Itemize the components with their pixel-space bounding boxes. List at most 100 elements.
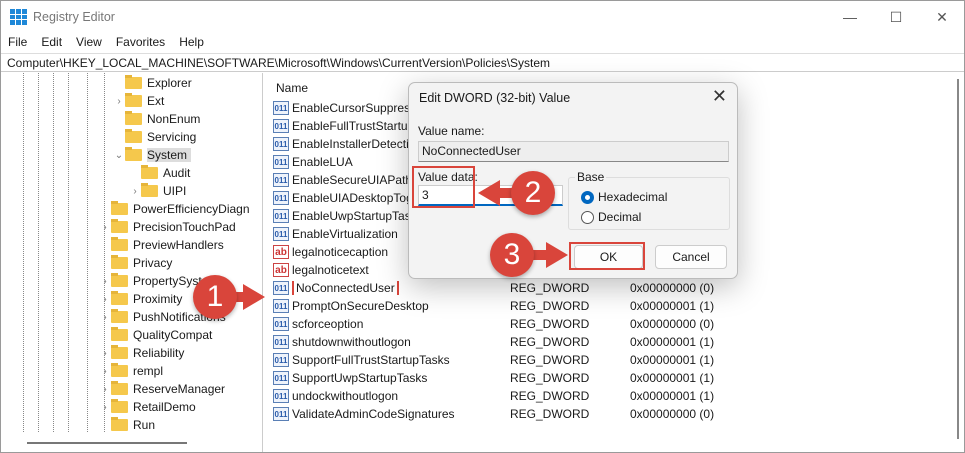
arrow-1-icon bbox=[243, 284, 265, 310]
value-name: legalnoticetext bbox=[292, 263, 369, 277]
folder-icon bbox=[125, 129, 142, 143]
folder-icon bbox=[111, 399, 128, 413]
expand-chevron-icon[interactable]: › bbox=[99, 348, 111, 359]
base-group: Base Hexadecimal Decimal bbox=[568, 170, 730, 230]
tree-item-reservemanager[interactable]: › ReserveManager bbox=[99, 380, 225, 398]
tree-item-explorer[interactable]: Explorer bbox=[113, 74, 192, 92]
folder-icon bbox=[111, 237, 128, 251]
tree-item-label: ReserveManager bbox=[133, 382, 226, 396]
value-type: REG_DWORD bbox=[510, 389, 590, 403]
value-type: REG_DWORD bbox=[510, 281, 590, 295]
value-name-field[interactable]: NoConnectedUser bbox=[418, 141, 729, 162]
dialog-title: Edit DWORD (32-bit) Value bbox=[419, 91, 571, 105]
tree-item-label: Run bbox=[133, 418, 156, 432]
tree-horizontal-scrollbar[interactable] bbox=[27, 442, 187, 444]
expand-chevron-icon[interactable]: › bbox=[99, 402, 111, 413]
cancel-button[interactable]: Cancel bbox=[655, 245, 727, 269]
dword-value-icon: 011 bbox=[273, 407, 289, 421]
menu-file[interactable]: File bbox=[1, 33, 34, 51]
value-row[interactable]: 011 SupportFullTrustStartupTasks REG_DWORD… bbox=[273, 351, 961, 369]
dword-value-icon: 011 bbox=[273, 353, 289, 367]
expand-chevron-icon[interactable]: › bbox=[129, 186, 141, 197]
hexadecimal-radio[interactable]: Hexadecimal bbox=[581, 190, 667, 204]
expand-chevron-icon[interactable]: › bbox=[113, 96, 125, 107]
tree-item-privacy[interactable]: Privacy bbox=[99, 254, 172, 272]
minimize-button[interactable]: — bbox=[827, 1, 873, 33]
dword-value-icon: 011 bbox=[273, 335, 289, 349]
tree-item-powerefficiencydiagn[interactable]: PowerEfficiencyDiagn bbox=[99, 200, 250, 218]
dword-value-icon: 011 bbox=[273, 155, 289, 169]
maximize-button[interactable]: ☐ bbox=[873, 1, 919, 33]
expand-chevron-icon[interactable]: › bbox=[99, 222, 111, 233]
value-type: REG_DWORD bbox=[510, 299, 590, 313]
ok-highlight bbox=[569, 242, 645, 270]
expand-chevron-icon[interactable]: › bbox=[99, 276, 111, 287]
dword-value-icon: 011 bbox=[273, 281, 289, 295]
tree-item-label: rempl bbox=[133, 364, 164, 378]
dword-value-icon: 011 bbox=[273, 209, 289, 223]
arrow-2-icon bbox=[478, 180, 500, 206]
tree-item-label: Proximity bbox=[133, 292, 183, 306]
value-name: scforceoption bbox=[292, 317, 364, 331]
expand-chevron-icon[interactable]: › bbox=[99, 294, 111, 305]
value-row[interactable]: 011 undockwithoutlogon REG_DWORD 0x00000001… bbox=[273, 387, 961, 405]
column-header-name[interactable]: Name bbox=[276, 81, 308, 95]
address-bar[interactable]: Computer\HKEY_LOCAL_MACHINE\SOFTWARE\Mic… bbox=[1, 53, 964, 72]
string-value-icon: ab bbox=[273, 263, 289, 277]
tree-item-nonenum[interactable]: NonEnum bbox=[113, 110, 200, 128]
tree-item-retaildemo[interactable]: › RetailDemo bbox=[99, 398, 196, 416]
value-row[interactable]: 011 shutdownwithoutlogon REG_DWORD 0x000000… bbox=[273, 333, 961, 351]
value-row[interactable]: 011 SupportUwpStartupTasks REG_DWORD 0x0000… bbox=[273, 369, 961, 387]
folder-icon bbox=[141, 165, 158, 179]
value-row[interactable]: 011 PromptOnSecureDesktop REG_DWORD 0x00000… bbox=[273, 297, 961, 315]
menu-edit[interactable]: Edit bbox=[34, 33, 69, 51]
value-type: REG_DWORD bbox=[510, 407, 590, 421]
tree-item-rempl[interactable]: › rempl bbox=[99, 362, 163, 380]
value-data: 0x00000001 (1) bbox=[630, 371, 715, 385]
dword-value-icon: 011 bbox=[273, 371, 289, 385]
tree-item-uipi[interactable]: › UIPI bbox=[129, 182, 186, 200]
tree-item-reliability[interactable]: › Reliability bbox=[99, 344, 184, 362]
tree-item-audit[interactable]: Audit bbox=[129, 164, 190, 182]
menu-help[interactable]: Help bbox=[172, 33, 211, 51]
folder-icon bbox=[125, 75, 142, 89]
expand-chevron-icon[interactable]: › bbox=[99, 312, 111, 323]
tree-item-previewhandlers[interactable]: PreviewHandlers bbox=[99, 236, 224, 254]
dialog-close-button[interactable]: ✕ bbox=[712, 86, 727, 107]
key-tree[interactable]: Explorer › Ext NonEnum Servicing ⌄ System Audit… bbox=[1, 73, 263, 452]
value-row[interactable]: 011 NoConnectedUser REG_DWORD 0x00000000 (0… bbox=[273, 279, 961, 297]
step-2-badge: 2 bbox=[511, 171, 555, 215]
folder-icon bbox=[111, 345, 128, 359]
value-row[interactable]: 011 ValidateAdminCodeSignatures REG_DWORD 0… bbox=[273, 405, 961, 423]
value-data-highlight bbox=[412, 166, 475, 208]
value-name: SupportUwpStartupTasks bbox=[292, 371, 428, 385]
close-button[interactable]: ✕ bbox=[919, 1, 965, 33]
tree-item-qualitycompat[interactable]: QualityCompat bbox=[99, 326, 212, 344]
tree-item-run[interactable]: Run bbox=[99, 416, 155, 434]
decimal-radio[interactable]: Decimal bbox=[581, 210, 641, 224]
tree-item-proximity[interactable]: › Proximity bbox=[99, 290, 182, 308]
dword-value-icon: 011 bbox=[273, 137, 289, 151]
tree-item-label: PowerEfficiencyDiagn bbox=[133, 202, 250, 216]
value-row[interactable]: 011 scforceoption REG_DWORD 0x00000000 (0) bbox=[273, 315, 961, 333]
expand-chevron-icon[interactable]: ⌄ bbox=[113, 150, 125, 161]
folder-icon bbox=[111, 381, 128, 395]
expand-chevron-icon[interactable]: › bbox=[99, 366, 111, 377]
expand-chevron-icon[interactable]: › bbox=[99, 384, 111, 395]
value-name: NoConnectedUser bbox=[292, 281, 399, 295]
folder-icon bbox=[125, 111, 142, 125]
tree-item-servicing[interactable]: Servicing bbox=[113, 128, 196, 146]
value-data: 0x00000001 (1) bbox=[630, 353, 715, 367]
dword-value-icon: 011 bbox=[273, 101, 289, 115]
menu-view[interactable]: View bbox=[69, 33, 109, 51]
dword-value-icon: 011 bbox=[273, 173, 289, 187]
tree-item-precisiontouchpad[interactable]: › PrecisionTouchPad bbox=[99, 218, 236, 236]
tree-item-system[interactable]: ⌄ System bbox=[113, 146, 192, 164]
registry-editor-icon bbox=[10, 9, 27, 25]
menu-favorites[interactable]: Favorites bbox=[109, 33, 172, 51]
value-data: 0x00000001 (1) bbox=[630, 389, 715, 403]
dword-value-icon: 011 bbox=[273, 227, 289, 241]
folder-icon bbox=[125, 147, 142, 161]
tree-item-ext[interactable]: › Ext bbox=[113, 92, 164, 110]
tree-item-label: NonEnum bbox=[147, 112, 201, 126]
